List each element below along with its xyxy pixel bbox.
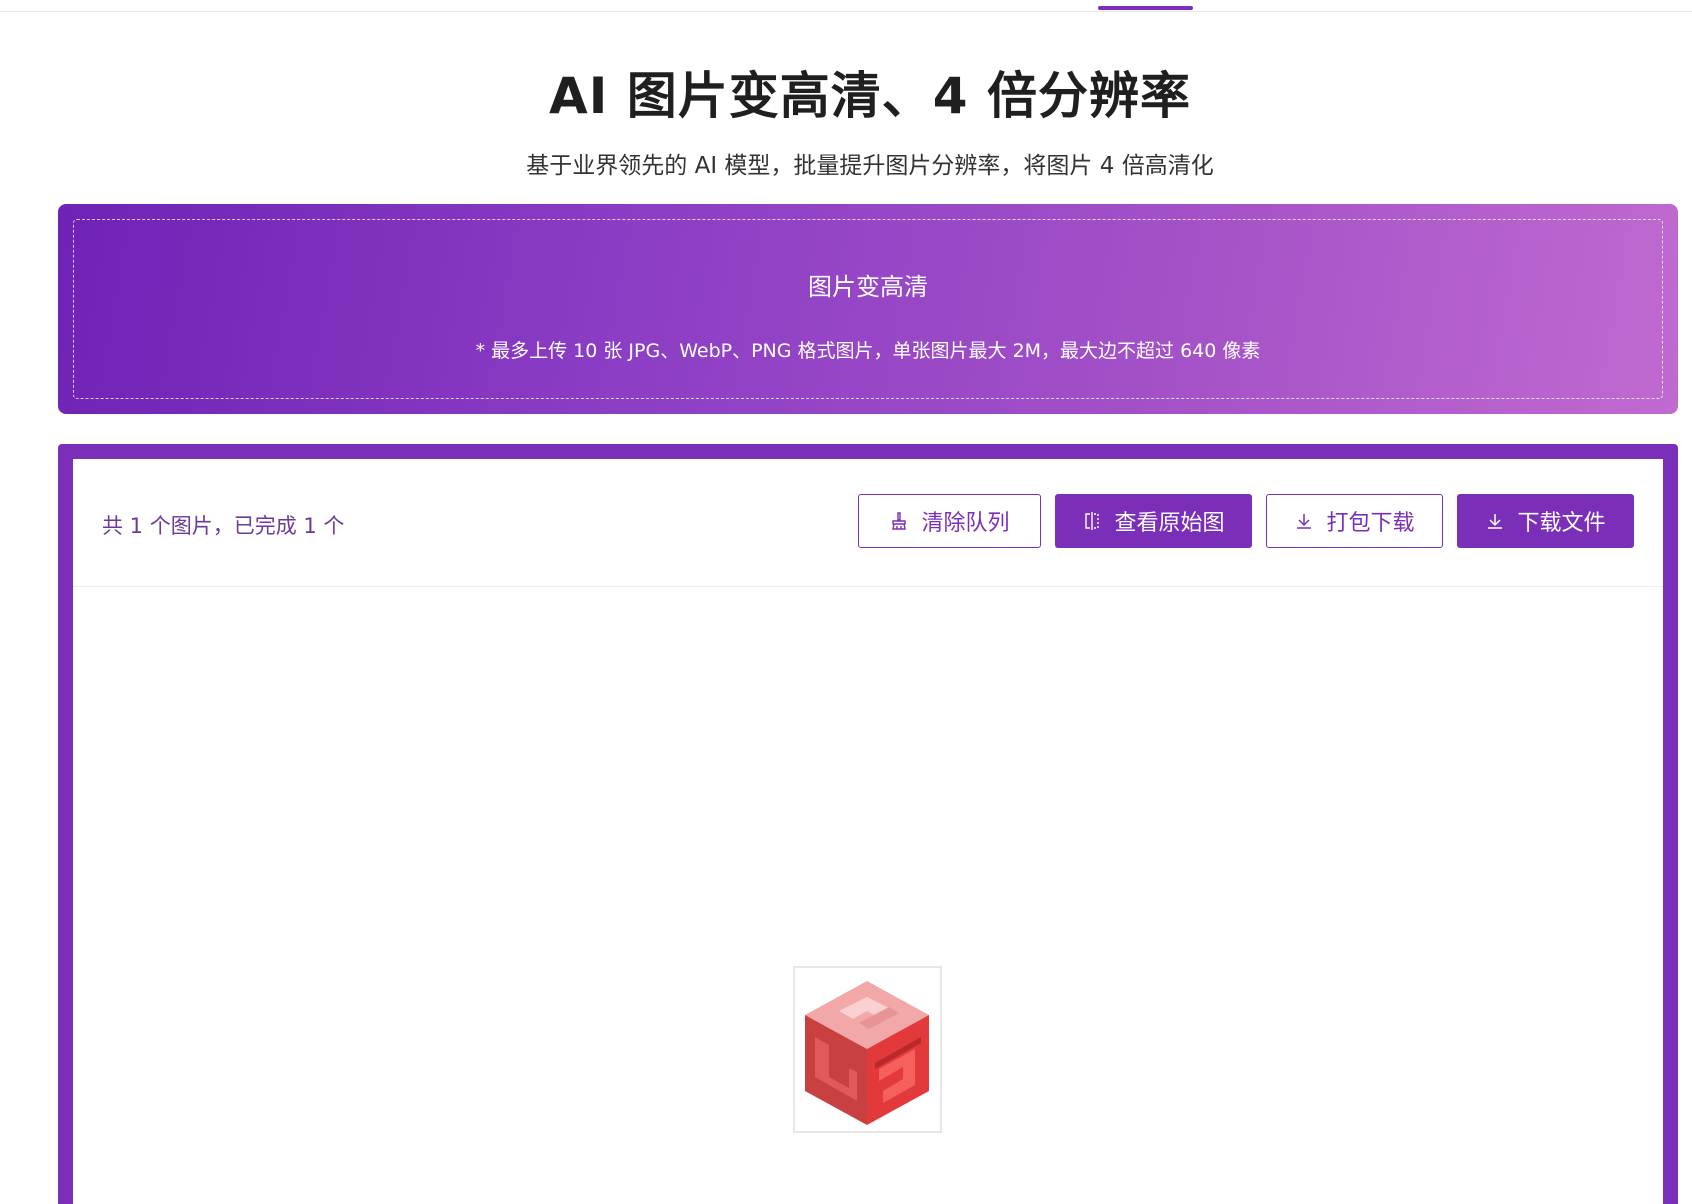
queue-status-text: 共 1 个图片，已完成 1 个 bbox=[102, 514, 345, 538]
image-preview-thumbnail[interactable] bbox=[793, 966, 942, 1133]
download-icon bbox=[1488, 514, 1503, 529]
view-original-label: 查看原始图 bbox=[1114, 511, 1225, 536]
upload-dashed-area[interactable]: 图片变高清 * 最多上传 10 张 JPG、WebP、PNG 格式图片，单张图片… bbox=[73, 219, 1663, 399]
queue-content: 共 1 个图片，已完成 1 个 清除队列 查看原始图 打包下载 下载文件 bbox=[73, 459, 1663, 1204]
download-file-button[interactable]: 下载文件 bbox=[1457, 494, 1634, 548]
upload-title: 图片变高清 bbox=[808, 273, 928, 301]
upload-hint: * 最多上传 10 张 JPG、WebP、PNG 格式图片，单张图片最大 2M，… bbox=[475, 340, 1261, 362]
view-original-button[interactable]: 查看原始图 bbox=[1055, 494, 1252, 548]
queue-panel: 共 1 个图片，已完成 1 个 清除队列 查看原始图 打包下载 下载文件 bbox=[58, 444, 1678, 1204]
page-title: AI 图片变高清、4 倍分辨率 bbox=[549, 67, 1191, 125]
download-file-label: 下载文件 bbox=[1517, 511, 1606, 536]
zip-download-label: 打包下载 bbox=[1326, 511, 1415, 536]
active-tab-indicator bbox=[1098, 6, 1193, 10]
zip-download-button[interactable]: 打包下载 bbox=[1266, 494, 1443, 548]
download-icon bbox=[1297, 514, 1312, 529]
cube-logo-image bbox=[805, 981, 929, 1125]
page-subtitle: 基于业界领先的 AI 模型，批量提升图片分辨率，将图片 4 倍高清化 bbox=[526, 153, 1214, 179]
top-nav-bar bbox=[0, 0, 1692, 12]
broom-icon bbox=[892, 512, 907, 530]
compare-icon bbox=[1085, 512, 1100, 530]
clear-queue-label: 清除队列 bbox=[921, 511, 1010, 536]
upload-dropzone[interactable]: 图片变高清 * 最多上传 10 张 JPG、WebP、PNG 格式图片，单张图片… bbox=[58, 204, 1678, 414]
clear-queue-button[interactable]: 清除队列 bbox=[858, 494, 1041, 548]
queue-toolbar: 共 1 个图片，已完成 1 个 清除队列 查看原始图 打包下载 下载文件 bbox=[73, 459, 1663, 587]
